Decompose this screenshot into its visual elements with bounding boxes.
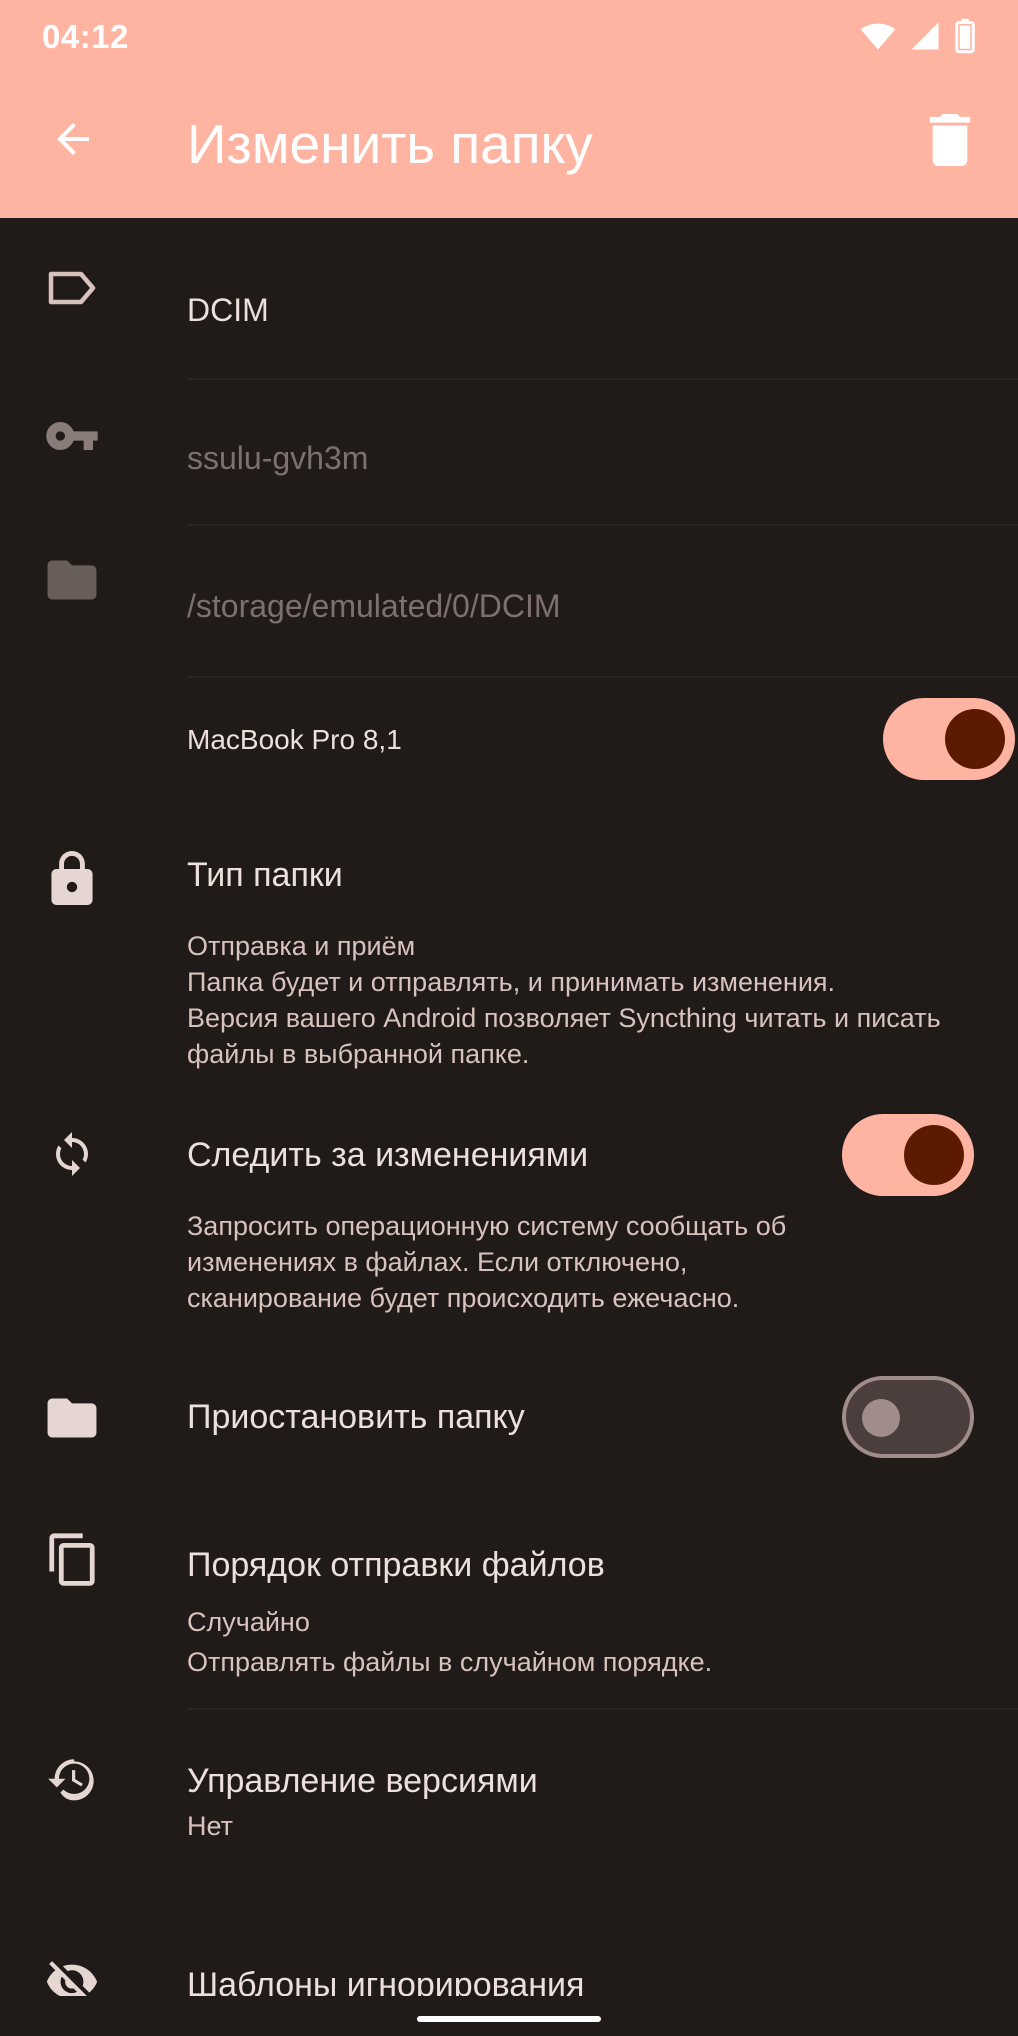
key-icon (44, 408, 100, 464)
delete-button[interactable] (920, 112, 980, 172)
pause-folder-row[interactable]: Приостановить папку (0, 1370, 1018, 1470)
divider (187, 676, 1018, 678)
switch-thumb (862, 1399, 900, 1437)
label-icon (44, 260, 100, 316)
folder-id-row: ssulu-gvh3m (0, 400, 1018, 526)
divider (187, 378, 1018, 380)
switch-thumb (904, 1125, 964, 1185)
app-bar: 04:12 Изменить папку (0, 0, 1018, 218)
copy-icon (44, 1533, 100, 1590)
folder-label-field[interactable]: DCIM (187, 292, 269, 329)
versioning-title: Управление версиями (187, 1762, 538, 1800)
folder-icon (44, 552, 100, 608)
watch-changes-title: Следить за изменениями (187, 1136, 589, 1174)
status-bar: 04:12 (0, 0, 1018, 76)
visibility-off-icon (44, 1956, 100, 1996)
delete-icon (928, 113, 972, 171)
switch-thumb (945, 709, 1005, 769)
ignore-patterns-title: Шаблоны игнорирования (187, 1966, 585, 1996)
device-name: MacBook Pro 8,1 (187, 724, 402, 755)
versioning-row[interactable]: Управление версиями Нет (0, 1750, 1018, 1880)
page-title: Изменить папку (187, 113, 593, 175)
watch-changes-summary: Запросить операционную систему сообщать … (187, 1211, 787, 1313)
folder-icon (44, 1390, 100, 1446)
folder-path-row[interactable]: /storage/emulated/0/DCIM (0, 548, 1018, 678)
versioning-summary: Нет (187, 1811, 233, 1841)
sync-icon (44, 1126, 100, 1182)
folder-type-title: Тип папки (187, 856, 343, 894)
divider (187, 1708, 1018, 1710)
wifi-icon (860, 21, 896, 56)
pull-order-row[interactable]: Порядок отправки файлов Случайно Отправл… (0, 1530, 1018, 1710)
device-share-switch[interactable] (883, 698, 1015, 780)
pull-order-summary: Случайно Отправлять файлы в случайном по… (187, 1607, 713, 1677)
watch-changes-switch[interactable] (842, 1114, 974, 1196)
navigation-handle[interactable] (417, 2016, 601, 2022)
back-button[interactable] (40, 108, 106, 174)
folder-label-row[interactable]: DCIM (0, 250, 1018, 380)
cell-signal-icon (910, 21, 940, 56)
folder-path-field[interactable]: /storage/emulated/0/DCIM (187, 588, 561, 625)
ignore-patterns-row[interactable]: Шаблоны игнорирования (0, 1936, 1018, 1996)
folder-id-field: ssulu-gvh3m (187, 440, 369, 476)
status-time: 04:12 (42, 18, 129, 55)
lock-icon (44, 850, 100, 906)
divider (187, 524, 1018, 526)
battery-icon (954, 18, 976, 59)
status-icons (860, 18, 976, 58)
watch-changes-row[interactable]: Следить за изменениями Запросить операци… (0, 1110, 1018, 1330)
history-icon (44, 1754, 100, 1810)
pause-folder-switch[interactable] (842, 1376, 974, 1458)
folder-type-summary: Отправка и приём Папка будет и отправлят… (187, 931, 941, 1069)
device-share-row[interactable]: MacBook Pro 8,1 (0, 690, 1018, 790)
pause-folder-title: Приостановить папку (187, 1398, 525, 1436)
pull-order-title: Порядок отправки файлов (187, 1546, 605, 1584)
arrow-back-icon (49, 115, 97, 168)
folder-type-row[interactable]: Тип папки Отправка и приём Папка будет и… (0, 840, 1018, 1090)
